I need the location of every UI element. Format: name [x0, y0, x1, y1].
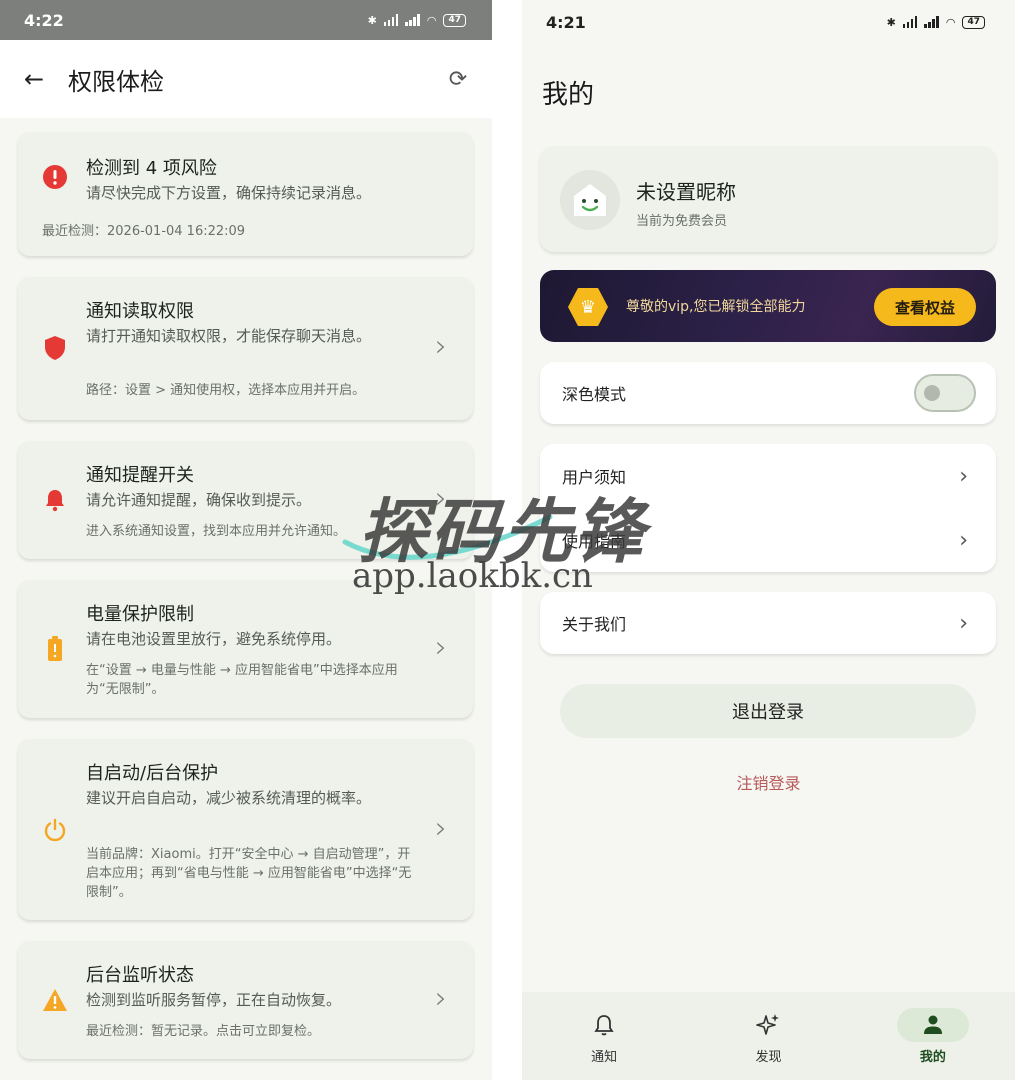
- nav-tab-discover[interactable]: 发现: [686, 992, 850, 1080]
- status-bar: 4:22 ✱ ◠ 47: [0, 0, 492, 40]
- chevron-right-icon: ›: [435, 811, 447, 846]
- sparkle-icon: [732, 1008, 804, 1042]
- crown-icon: ♛: [568, 288, 608, 326]
- page-title: 权限体检: [68, 67, 164, 96]
- risk-summary-card: 检测到 4 项风险 请尽快完成下方设置，确保持续记录消息。 最近检测：2026-…: [18, 132, 473, 256]
- permission-card-background-listener[interactable]: 后台监听状态 检测到监听服务暂停，正在自动恢复。 最近检测：暂无记录。点击可立即…: [18, 941, 473, 1059]
- card-title: 通知读取权限: [86, 301, 194, 322]
- card-hint: 路径：设置 > 通知使用权，选择本应用并开启。: [86, 383, 366, 398]
- status-bar: 4:21 ✱ ◠ 47: [522, 0, 1015, 44]
- profile-card[interactable]: 未设置昵称 当前为免费会员: [540, 146, 996, 252]
- risk-desc: 请尽快完成下方设置，确保持续记录消息。: [86, 184, 372, 202]
- dark-mode-row[interactable]: 深色模式: [540, 362, 996, 424]
- vip-text: 尊敬的vip,您已解锁全部能力: [626, 299, 806, 315]
- battery-icon: 47: [443, 13, 466, 27]
- card-desc: 请打开通知读取权限，才能保存聊天消息。: [86, 327, 372, 345]
- nav-label: 通知: [591, 1049, 618, 1065]
- avatar[interactable]: [560, 170, 620, 230]
- signal-icon-2: [405, 14, 420, 26]
- card-title: 通知提醒开关: [86, 465, 194, 486]
- card-hint: 当前品牌：Xiaomi。打开“安全中心 → 自启动管理”，开启本应用；再到“省电…: [86, 847, 412, 900]
- view-benefits-button[interactable]: 查看权益: [874, 288, 976, 326]
- card-desc: 检测到监听服务暂停，正在自动恢复。: [86, 991, 342, 1009]
- chevron-right-icon: ›: [959, 527, 968, 553]
- toggle-knob: [924, 385, 940, 401]
- status-icons: ✱ ◠ 47: [367, 13, 466, 27]
- about-row[interactable]: 关于我们 ›: [540, 592, 996, 654]
- signal-icon: [383, 14, 399, 26]
- about-card: 关于我们 ›: [540, 592, 996, 654]
- membership-status: 当前为免费会员: [636, 214, 728, 229]
- delete-account-link[interactable]: 注销登录: [522, 770, 1015, 794]
- status-time: 4:22: [24, 10, 64, 30]
- signal-icon-2: [924, 16, 939, 28]
- wifi-icon: ◠: [426, 13, 437, 27]
- nav-label: 我的: [919, 1049, 946, 1065]
- shield-icon: [42, 335, 68, 361]
- wifi-icon: ◠: [945, 15, 956, 29]
- back-arrow-icon[interactable]: ←: [20, 65, 48, 93]
- card-desc: 建议开启自启动，减少被系统清理的概率。: [86, 789, 372, 807]
- bluetooth-icon: ✱: [367, 13, 377, 27]
- chevron-right-icon: ›: [959, 463, 968, 489]
- status-icons: ✱ ◠ 47: [886, 15, 985, 29]
- bell-icon: [568, 1008, 640, 1042]
- chevron-right-icon: ›: [435, 981, 447, 1016]
- logout-button[interactable]: 退出登录: [560, 684, 976, 738]
- app-bar: ← 权限体检 ⟳: [0, 40, 492, 118]
- battery-icon: 47: [962, 15, 985, 29]
- error-icon: [42, 164, 68, 190]
- house-face-icon: [574, 184, 606, 216]
- nav-tab-me[interactable]: 我的: [851, 992, 1015, 1080]
- permission-card-battery[interactable]: 电量保护限制 请在电池设置里放行，避免系统停用。 在“设置 → 电量与性能 → …: [18, 580, 473, 718]
- card-hint: 最近检测：暂无记录。点击可立即复检。: [86, 1024, 321, 1039]
- nav-tab-notifications[interactable]: 通知: [522, 992, 686, 1080]
- watermark-url: app.laokbk.cn: [352, 556, 593, 596]
- signal-icon: [902, 16, 918, 28]
- battery-warning-icon: [42, 636, 68, 662]
- about-label: 关于我们: [562, 615, 627, 634]
- chevron-right-icon: ›: [435, 329, 447, 364]
- dark-mode-card: 深色模式: [540, 362, 996, 424]
- dark-mode-toggle[interactable]: [914, 374, 976, 412]
- warning-icon: [42, 987, 68, 1013]
- vip-banner[interactable]: ♛ 尊敬的vip,您已解锁全部能力 查看权益: [540, 270, 996, 342]
- permission-card-notification-read[interactable]: 通知读取权限 请打开通知读取权限，才能保存聊天消息。 路径：设置 > 通知使用权…: [18, 277, 473, 420]
- bottom-navigation: 通知 发现 我的: [522, 992, 1015, 1080]
- last-check-time: 最近检测：2026-01-04 16:22:09: [42, 224, 246, 239]
- person-icon: [896, 1007, 969, 1042]
- chevron-right-icon: ›: [959, 610, 968, 636]
- status-time: 4:21: [546, 12, 586, 32]
- bell-icon: [42, 487, 68, 513]
- refresh-icon[interactable]: ⟳: [444, 65, 472, 93]
- chevron-right-icon: ›: [435, 630, 447, 665]
- nav-label: 发现: [755, 1049, 782, 1065]
- card-title: 电量保护限制: [86, 604, 194, 625]
- nickname: 未设置昵称: [636, 180, 736, 204]
- power-icon: [42, 817, 68, 843]
- bluetooth-icon: ✱: [886, 15, 896, 29]
- dark-mode-label: 深色模式: [562, 385, 627, 404]
- card-title: 后台监听状态: [86, 965, 194, 986]
- permission-card-autostart[interactable]: 自启动/后台保护 建议开启自启动，减少被系统清理的概率。 当前品牌：Xiaomi…: [18, 739, 473, 920]
- card-title: 自启动/后台保护: [86, 763, 219, 784]
- card-hint: 在“设置 → 电量与性能 → 应用智能省电”中选择本应用为“无限制”。: [86, 663, 398, 697]
- page-title: 我的: [542, 80, 595, 110]
- risk-title: 检测到 4 项风险: [86, 158, 217, 179]
- card-desc: 请在电池设置里放行，避免系统停用。: [86, 630, 342, 648]
